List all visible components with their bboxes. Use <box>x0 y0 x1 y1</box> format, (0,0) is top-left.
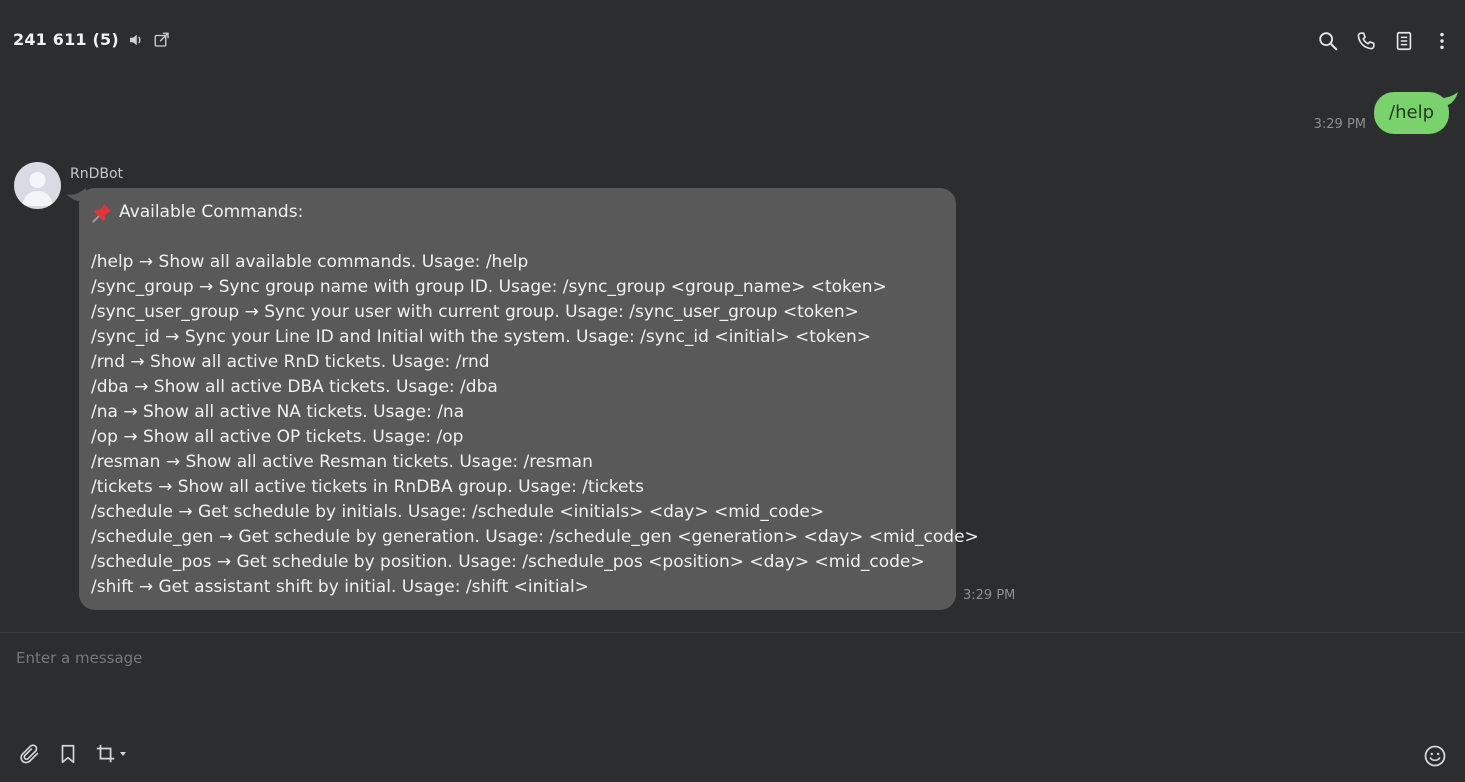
sender-name: RnDBot <box>70 166 124 182</box>
header-actions <box>1317 30 1453 52</box>
emoji-icon[interactable] <box>1423 744 1447 768</box>
crop-icon <box>95 743 117 765</box>
command-line: /schedule_pos → Get schedule by position… <box>91 552 925 572</box>
command-line: /help → Show all available commands. Usa… <box>91 252 529 272</box>
command-line: /sync_id → Sync your Line ID and Initial… <box>91 327 871 347</box>
chat-header: 241 611 (5) <box>0 0 1465 86</box>
chat-title[interactable]: 241 611 (5) <box>13 30 119 49</box>
pushpin-icon <box>91 202 113 224</box>
message-timestamp: 3:29 PM <box>963 588 1016 603</box>
bubble-heading: Available Commands: <box>91 200 944 225</box>
caret-down-icon <box>119 750 127 758</box>
search-icon[interactable] <box>1317 30 1339 52</box>
external-window-icon[interactable] <box>153 31 171 49</box>
bookmark-icon[interactable] <box>57 743 79 765</box>
screenshot-button[interactable] <box>95 743 127 765</box>
message-composer <box>0 633 1465 782</box>
message-timestamp: 3:29 PM <box>1313 117 1367 132</box>
command-line: /rnd → Show all active RnD tickets. Usag… <box>91 352 490 372</box>
paperclip-icon[interactable] <box>19 743 41 765</box>
command-line: /tickets → Show all active tickets in Rn… <box>91 477 644 497</box>
incoming-bubble[interactable]: Available Commands: /help → Show all ava… <box>79 188 979 610</box>
more-vertical-icon[interactable] <box>1431 30 1453 52</box>
command-line: /dba → Show all active DBA tickets. Usag… <box>91 377 498 397</box>
command-line: /sync_user_group → Sync your user with c… <box>91 302 859 322</box>
command-line: /shift → Get assistant shift by initial.… <box>91 577 589 597</box>
composer-toolbar <box>19 743 127 765</box>
command-line: /resman → Show all active Resman tickets… <box>91 452 593 472</box>
command-line: /op → Show all active OP tickets. Usage:… <box>91 427 464 447</box>
message-list[interactable]: 3:29 PM /help RnDBot Available Commands:… <box>0 86 1465 632</box>
command-line: /na → Show all active NA tickets. Usage:… <box>91 402 465 422</box>
outgoing-bubble[interactable]: /help <box>1374 92 1458 134</box>
phone-icon[interactable] <box>1355 30 1377 52</box>
notes-icon[interactable] <box>1393 30 1415 52</box>
command-line: /sync_group → Sync group name with group… <box>91 277 887 297</box>
commands-heading: Available Commands: <box>119 202 304 222</box>
chat-title-group: 241 611 (5) <box>13 30 171 49</box>
command-line: /schedule_gen → Get schedule by generati… <box>91 527 979 547</box>
command-line: /schedule → Get schedule by initials. Us… <box>91 502 825 522</box>
bubble-tail <box>1441 92 1458 106</box>
message-input[interactable] <box>16 649 1416 709</box>
outgoing-message: 3:29 PM /help <box>1313 92 1458 134</box>
outgoing-text: /help <box>1389 102 1434 123</box>
avatar[interactable] <box>14 162 61 209</box>
speaker-icon[interactable] <box>127 31 145 49</box>
